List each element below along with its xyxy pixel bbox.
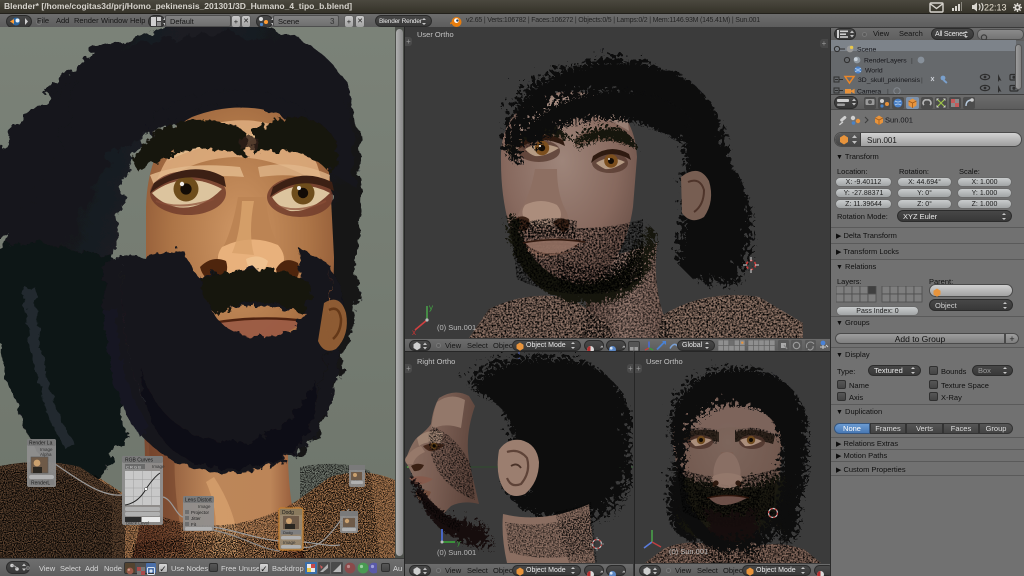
svg-text:Fit: Fit [191,522,197,527]
svg-text:C R G B: C R G B [126,465,141,470]
svg-text:Image: Image [283,540,296,545]
svg-text:Dodg: Dodg [283,530,293,535]
svg-text:RGB Curves: RGB Curves [125,458,154,464]
svg-text:Render La: Render La [29,441,53,447]
svg-text:22:13: 22:13 [984,3,1007,13]
svg-text:x: x [412,328,416,336]
svg-text:Black Level: Black Level [126,521,149,526]
svg-text:y: y [457,540,461,547]
svg-text:Sun.001: Sun.001 [885,116,913,125]
svg-text:(0) Sun.001: (0) Sun.001 [669,547,708,556]
svg-text:RenderL: RenderL [31,481,50,487]
svg-text:Image: Image [198,504,211,509]
svg-text:Image: Image [152,464,165,469]
svg-text:Projector: Projector [191,510,210,515]
svg-text:Alpha: Alpha [40,452,52,457]
svg-text:Dodg: Dodg [282,510,294,516]
svg-text:y: y [429,303,433,312]
svg-text:Jitter: Jitter [191,516,201,521]
svg-text:(0) Sun.001: (0) Sun.001 [437,548,476,557]
svg-text:Lens Distort: Lens Distort [185,498,212,504]
